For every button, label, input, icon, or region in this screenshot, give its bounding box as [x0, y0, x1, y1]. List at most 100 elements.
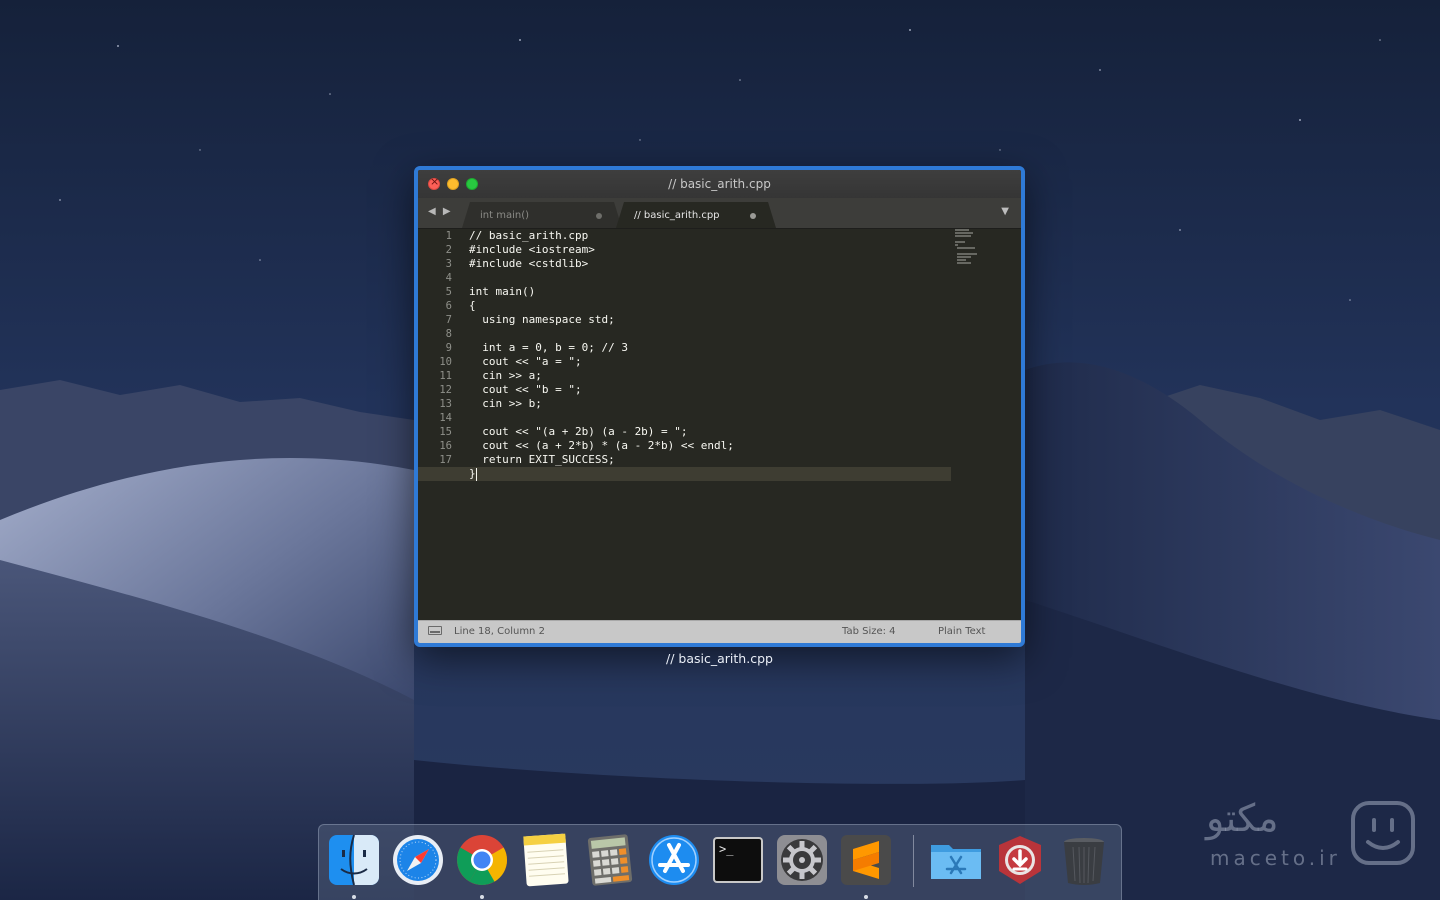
finder-icon	[329, 834, 379, 886]
line-number: 5	[445, 286, 452, 298]
code-text: cin >> a;	[469, 369, 542, 382]
gear-icon	[777, 835, 827, 885]
line-number: 6	[445, 300, 452, 312]
tab-label: int main()	[480, 210, 530, 221]
smiley-logo-icon	[1351, 801, 1415, 865]
dock-downloader[interactable]	[993, 833, 1047, 887]
dock-calculator[interactable]	[583, 833, 637, 887]
code-line[interactable]	[469, 271, 951, 285]
calculator-icon	[587, 834, 633, 886]
code-line[interactable]: cout << "b = ";	[469, 383, 951, 397]
trash-icon	[1064, 838, 1104, 885]
code-text: // basic_arith.cpp	[469, 229, 589, 242]
dock-safari[interactable]	[391, 833, 445, 887]
code-line[interactable]: #include <cstdlib>	[469, 257, 951, 271]
tab-bar: ◀ ▶ int main() // basic_arith.cpp ▼	[418, 198, 1021, 229]
line-number: 3	[445, 258, 452, 270]
code-line[interactable]: return EXIT_SUCCESS;	[469, 453, 951, 467]
tab-unsaved-dot-icon[interactable]	[596, 213, 602, 219]
code-text: }	[469, 467, 476, 480]
line-number: 12	[439, 384, 452, 396]
watermark-persian: مکتو	[1206, 796, 1279, 840]
notes-icon	[523, 833, 569, 887]
code-text: #include <cstdlib>	[469, 257, 589, 270]
folder-icon	[931, 845, 981, 879]
dock-notes[interactable]	[519, 833, 573, 887]
text-caret	[475, 467, 477, 481]
code-text: cout << (a + 2*b) * (a - 2*b) << endl;	[469, 439, 734, 452]
code-line[interactable]: {	[469, 299, 951, 313]
sublime-text-icon	[841, 835, 891, 885]
window-caption: // basic_arith.cpp	[666, 651, 773, 666]
editor-window: // basic_arith.cpp ◀ ▶ int main() // bas…	[414, 166, 1025, 647]
dock-terminal[interactable]: >_	[711, 833, 765, 887]
line-number: 7	[445, 314, 452, 326]
line-number-gutter: 123456789101112131415161718	[418, 229, 452, 621]
code-line[interactable]: using namespace std;	[469, 313, 951, 327]
dock-indicator-sublime-text	[864, 895, 868, 899]
dock-indicator-finder	[352, 895, 356, 899]
code-line[interactable]: #include <iostream>	[469, 243, 951, 257]
code-line[interactable]: int a = 0, b = 0; // 3	[469, 341, 951, 355]
code-line[interactable]	[469, 411, 951, 425]
code-line[interactable]: cout << (a + 2*b) * (a - 2*b) << endl;	[469, 439, 951, 453]
line-number: 9	[445, 342, 452, 354]
status-bar: Line 18, Column 2 Tab Size: 4 Plain Text	[418, 620, 1021, 643]
tab-label: // basic_arith.cpp	[634, 210, 720, 221]
code-line[interactable]	[469, 327, 951, 341]
code-text: using namespace std;	[469, 313, 615, 326]
code-editor[interactable]: 123456789101112131415161718 // basic_ari…	[418, 229, 1021, 621]
cursor-position: Line 18, Column 2	[454, 626, 545, 637]
minimap[interactable]	[955, 229, 995, 265]
line-number: 4	[445, 272, 452, 284]
dock-separator	[913, 835, 914, 887]
watermark: مکتو maceto.ir	[1200, 796, 1430, 876]
code-text: cout << "b = ";	[469, 383, 582, 396]
tab-unsaved-dot-icon[interactable]	[750, 213, 756, 219]
tab-dropdown-icon[interactable]: ▼	[1001, 206, 1009, 217]
code-line[interactable]: cout << "(a + 2b) (a - 2b) = ";	[469, 425, 951, 439]
line-number: 2	[445, 244, 452, 256]
dock-app-store[interactable]	[647, 833, 701, 887]
line-number: 11	[439, 370, 452, 382]
tab-nav-arrows-icon[interactable]: ◀ ▶	[428, 206, 453, 217]
code-text: int a = 0, b = 0; // 3	[469, 341, 628, 354]
syntax-selector[interactable]: Plain Text	[938, 626, 985, 637]
line-number: 1	[445, 230, 452, 242]
console-icon[interactable]	[428, 626, 442, 635]
dock-finder[interactable]	[327, 833, 381, 887]
tab-size-selector[interactable]: Tab Size: 4	[842, 626, 896, 637]
tab-basic-arith[interactable]: // basic_arith.cpp	[616, 202, 776, 228]
line-number: 10	[439, 356, 452, 368]
terminal-icon: >_	[713, 837, 763, 883]
code-text: cout << "(a + 2b) (a - 2b) = ";	[469, 425, 688, 438]
chrome-icon	[457, 835, 507, 885]
dock-sublime-text[interactable]	[839, 833, 893, 887]
code-line[interactable]: int main()	[469, 285, 951, 299]
dock-indicator-chrome	[480, 895, 484, 899]
code-line[interactable]: // basic_arith.cpp	[469, 229, 951, 243]
line-number: 13	[439, 398, 452, 410]
line-number: 15	[439, 426, 452, 438]
code-text: return EXIT_SUCCESS;	[469, 453, 615, 466]
code-area[interactable]: // basic_arith.cpp #include <iostream> #in…	[418, 229, 951, 481]
code-line[interactable]: cout << "a = ";	[469, 355, 951, 369]
code-line[interactable]: }	[418, 467, 951, 481]
code-line[interactable]: cin >> a;	[469, 369, 951, 383]
dock: >_	[318, 824, 1122, 900]
safari-icon	[393, 835, 443, 885]
window-titlebar[interactable]: // basic_arith.cpp	[418, 170, 1021, 199]
svg-text:>_: >_	[719, 842, 734, 856]
window-title: // basic_arith.cpp	[668, 177, 771, 191]
dock-system-preferences[interactable]	[775, 833, 829, 887]
code-line[interactable]: cin >> b;	[469, 397, 951, 411]
dock-trash[interactable]	[1057, 833, 1111, 887]
app-store-icon	[649, 835, 699, 885]
dock-chrome[interactable]	[455, 833, 509, 887]
line-number: 8	[445, 328, 452, 340]
code-text: #include <iostream>	[469, 243, 595, 256]
code-text: {	[469, 299, 476, 312]
dock-applications-folder[interactable]	[929, 833, 983, 887]
tab-int-main[interactable]: int main()	[462, 202, 622, 228]
code-text: cin >> b;	[469, 397, 542, 410]
